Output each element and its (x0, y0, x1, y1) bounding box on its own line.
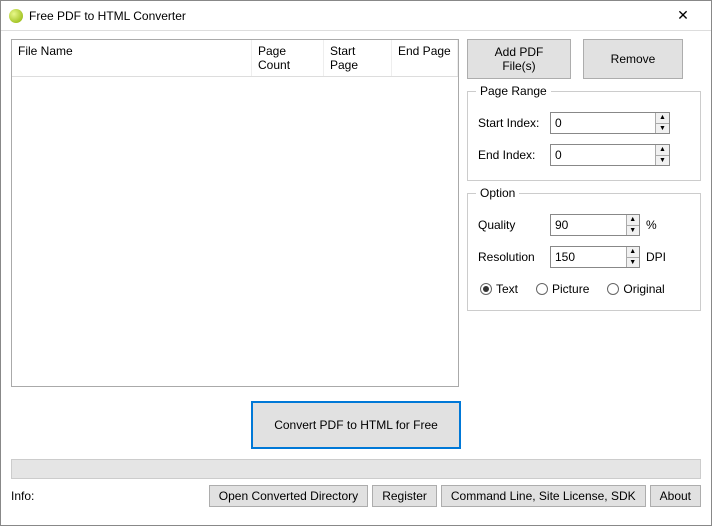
option-legend: Option (476, 186, 519, 200)
radio-icon (536, 283, 548, 295)
start-index-label: Start Index: (478, 116, 550, 130)
radio-original[interactable]: Original (607, 282, 664, 296)
end-index-label: End Index: (478, 148, 550, 162)
info-bar (11, 459, 701, 479)
close-icon[interactable]: ✕ (663, 4, 703, 28)
chevron-down-icon[interactable]: ▼ (627, 258, 639, 268)
page-range-legend: Page Range (476, 84, 551, 98)
end-index-input[interactable] (551, 145, 655, 165)
radio-picture[interactable]: Picture (536, 282, 589, 296)
radio-text[interactable]: Text (480, 282, 518, 296)
col-endpage[interactable]: End Page (392, 40, 458, 76)
col-startpage[interactable]: Start Page (324, 40, 392, 76)
col-pagecount[interactable]: Page Count (252, 40, 324, 76)
radio-text-label: Text (496, 282, 518, 296)
radio-icon (480, 283, 492, 295)
window-title: Free PDF to HTML Converter (29, 9, 663, 23)
convert-button[interactable]: Convert PDF to HTML for Free (251, 401, 461, 449)
table-header: File Name Page Count Start Page End Page (12, 40, 458, 77)
chevron-down-icon[interactable]: ▼ (627, 226, 639, 236)
option-group: Option Quality ▲ ▼ % Resolution ▲ (467, 193, 701, 311)
resolution-input[interactable] (551, 247, 626, 267)
remove-button[interactable]: Remove (583, 39, 683, 79)
cmdline-button[interactable]: Command Line, Site License, SDK (441, 485, 646, 507)
resolution-label: Resolution (478, 250, 550, 264)
resolution-stepper[interactable]: ▲ ▼ (550, 246, 640, 268)
about-button[interactable]: About (650, 485, 701, 507)
register-button[interactable]: Register (372, 485, 437, 507)
chevron-down-icon[interactable]: ▼ (656, 156, 669, 166)
quality-unit: % (646, 218, 657, 232)
page-range-group: Page Range Start Index: ▲ ▼ End Index: ▲ (467, 91, 701, 181)
chevron-down-icon[interactable]: ▼ (656, 124, 669, 134)
info-label: Info: (11, 489, 205, 503)
radio-picture-label: Picture (552, 282, 589, 296)
chevron-up-icon[interactable]: ▲ (627, 247, 639, 258)
quality-input[interactable] (551, 215, 626, 235)
app-icon (9, 9, 23, 23)
resolution-unit: DPI (646, 250, 666, 264)
add-pdf-button[interactable]: Add PDF File(s) (467, 39, 571, 79)
chevron-up-icon[interactable]: ▲ (627, 215, 639, 226)
radio-original-label: Original (623, 282, 664, 296)
start-index-input[interactable] (551, 113, 655, 133)
col-filename[interactable]: File Name (12, 40, 252, 76)
titlebar: Free PDF to HTML Converter ✕ (1, 1, 711, 31)
quality-stepper[interactable]: ▲ ▼ (550, 214, 640, 236)
open-directory-button[interactable]: Open Converted Directory (209, 485, 368, 507)
start-index-stepper[interactable]: ▲ ▼ (550, 112, 670, 134)
file-table[interactable]: File Name Page Count Start Page End Page (11, 39, 459, 387)
radio-icon (607, 283, 619, 295)
end-index-stepper[interactable]: ▲ ▼ (550, 144, 670, 166)
quality-label: Quality (478, 218, 550, 232)
chevron-up-icon[interactable]: ▲ (656, 145, 669, 156)
chevron-up-icon[interactable]: ▲ (656, 113, 669, 124)
